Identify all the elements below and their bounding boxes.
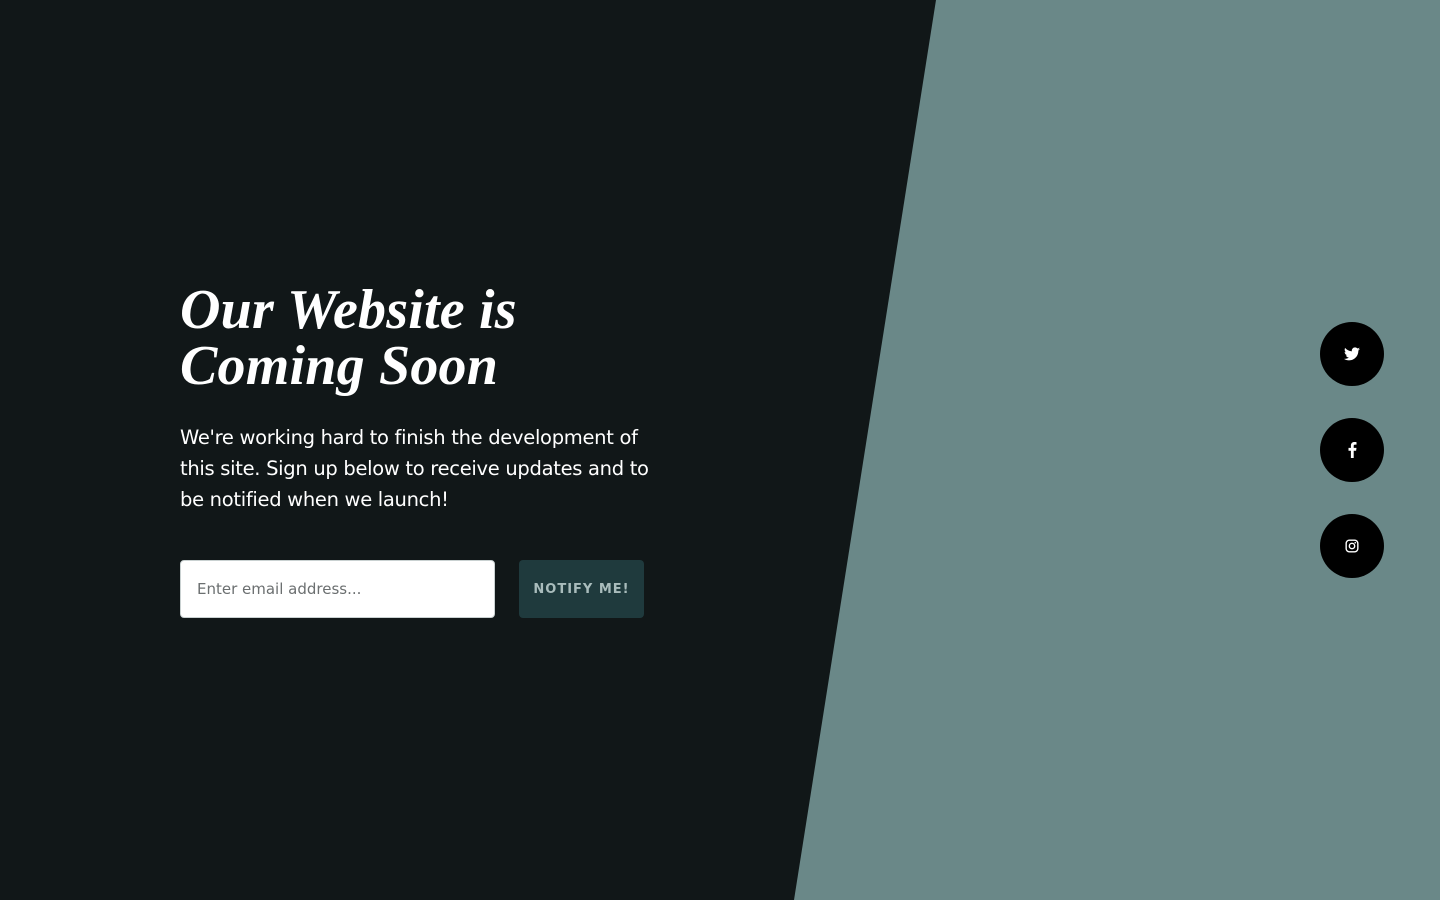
hero-section: Our Website is Coming Soon We're working…: [180, 282, 650, 515]
title-line-2: Coming Soon: [180, 335, 499, 397]
instagram-icon: [1345, 539, 1359, 553]
instagram-button[interactable]: [1320, 514, 1384, 578]
email-input[interactable]: [180, 560, 495, 618]
social-links: [1320, 322, 1384, 578]
facebook-icon: [1348, 442, 1356, 458]
signup-form: NOTIFY ME!: [180, 560, 644, 618]
page-title: Our Website is Coming Soon: [180, 282, 650, 394]
twitter-icon: [1344, 347, 1360, 361]
facebook-button[interactable]: [1320, 418, 1384, 482]
notify-button[interactable]: NOTIFY ME!: [519, 560, 644, 618]
title-line-1: Our Website is: [180, 279, 517, 341]
twitter-button[interactable]: [1320, 322, 1384, 386]
hero-description: We're working hard to finish the develop…: [180, 426, 649, 511]
